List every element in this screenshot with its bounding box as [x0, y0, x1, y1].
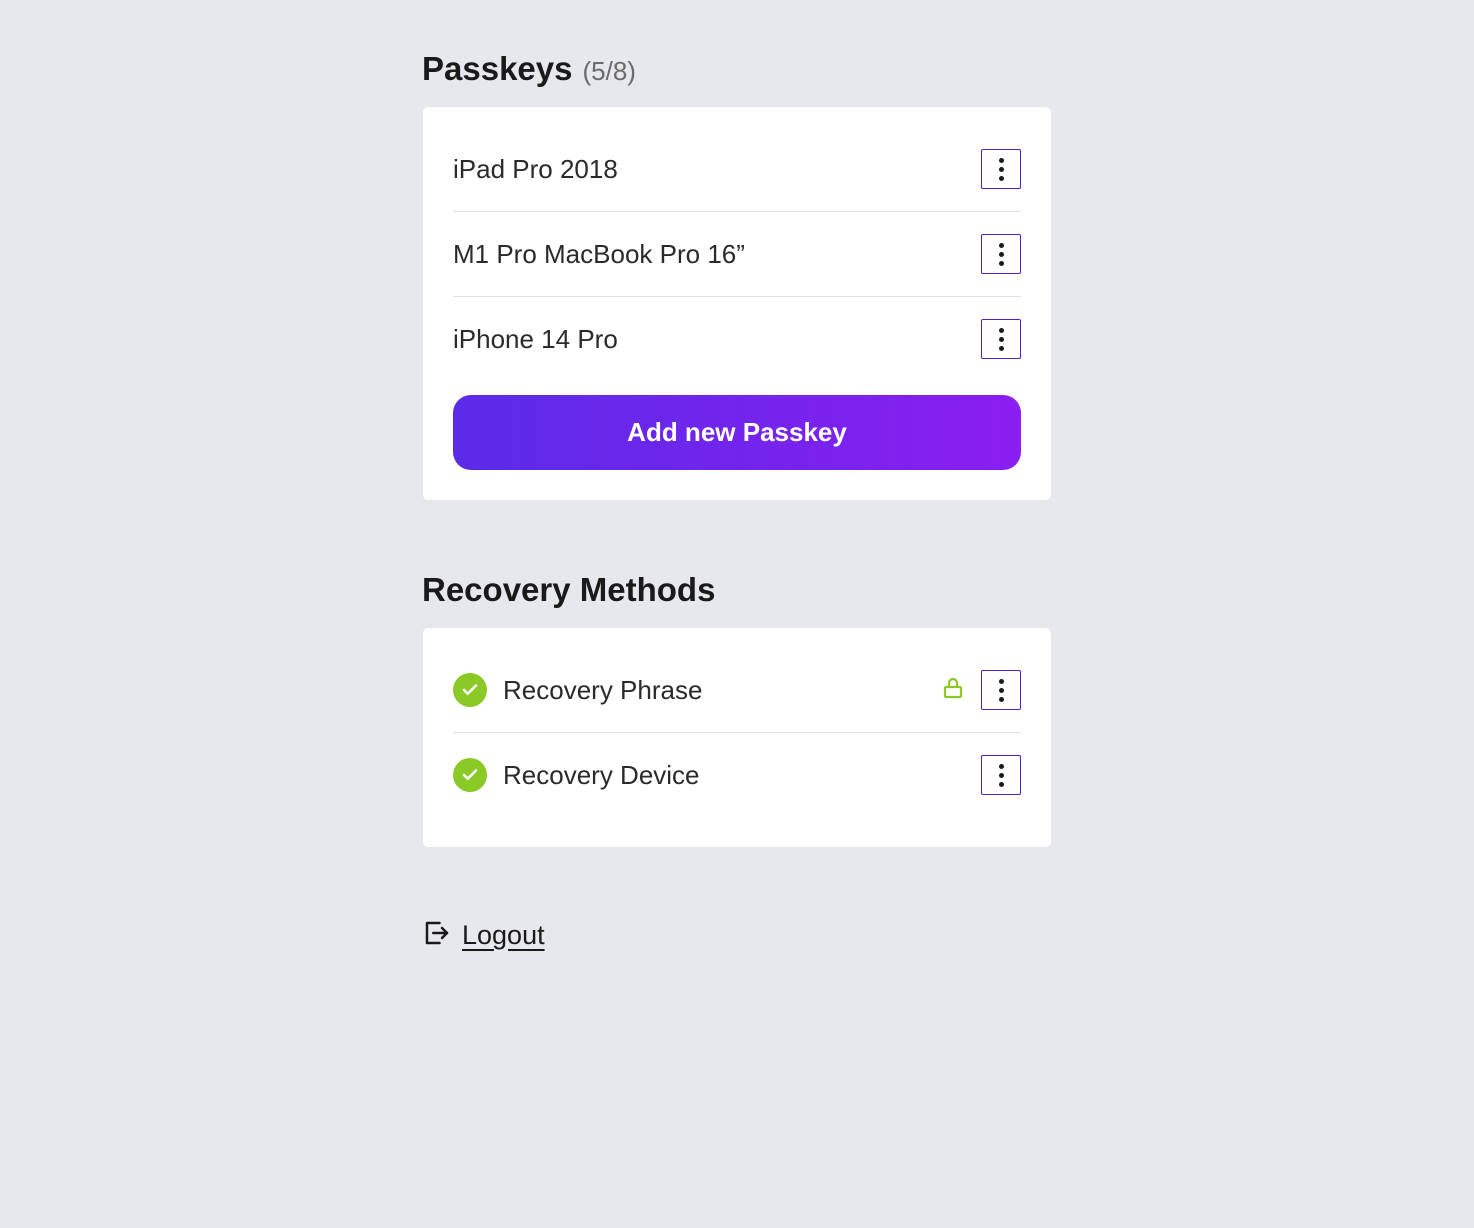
passkeys-count: (5/8): [582, 56, 635, 87]
lock-icon: [941, 674, 965, 707]
passkey-row: iPad Pro 2018: [453, 127, 1021, 212]
passkey-more-button[interactable]: [981, 319, 1021, 359]
more-vertical-icon: [999, 764, 1004, 787]
passkey-more-button[interactable]: [981, 234, 1021, 274]
passkey-row: M1 Pro MacBook Pro 16”: [453, 212, 1021, 297]
recovery-title: Recovery Methods: [422, 571, 715, 609]
logout-label: Logout: [462, 920, 545, 951]
recovery-more-button[interactable]: [981, 755, 1021, 795]
recovery-label: Recovery Phrase: [503, 675, 702, 706]
more-vertical-icon: [999, 243, 1004, 266]
recovery-row: Recovery Device: [453, 733, 1021, 817]
passkey-row: iPhone 14 Pro: [453, 297, 1021, 381]
passkey-more-button[interactable]: [981, 149, 1021, 189]
more-vertical-icon: [999, 679, 1004, 702]
passkey-label: iPad Pro 2018: [453, 154, 618, 185]
passkeys-card: iPad Pro 2018 M1 Pro MacBook Pro 16” iPh: [422, 106, 1052, 501]
recovery-row: Recovery Phrase: [453, 648, 1021, 733]
more-vertical-icon: [999, 328, 1004, 351]
check-circle-icon: [453, 758, 487, 792]
logout-icon: [422, 918, 452, 953]
recovery-more-button[interactable]: [981, 670, 1021, 710]
recovery-card: Recovery Phrase Recovery: [422, 627, 1052, 848]
passkey-label: M1 Pro MacBook Pro 16”: [453, 239, 745, 270]
recovery-label: Recovery Device: [503, 760, 700, 791]
passkey-label: iPhone 14 Pro: [453, 324, 618, 355]
check-circle-icon: [453, 673, 487, 707]
passkeys-title: Passkeys: [422, 50, 572, 88]
more-vertical-icon: [999, 158, 1004, 181]
add-passkey-button[interactable]: Add new Passkey: [453, 395, 1021, 470]
logout-button[interactable]: Logout: [422, 918, 545, 953]
